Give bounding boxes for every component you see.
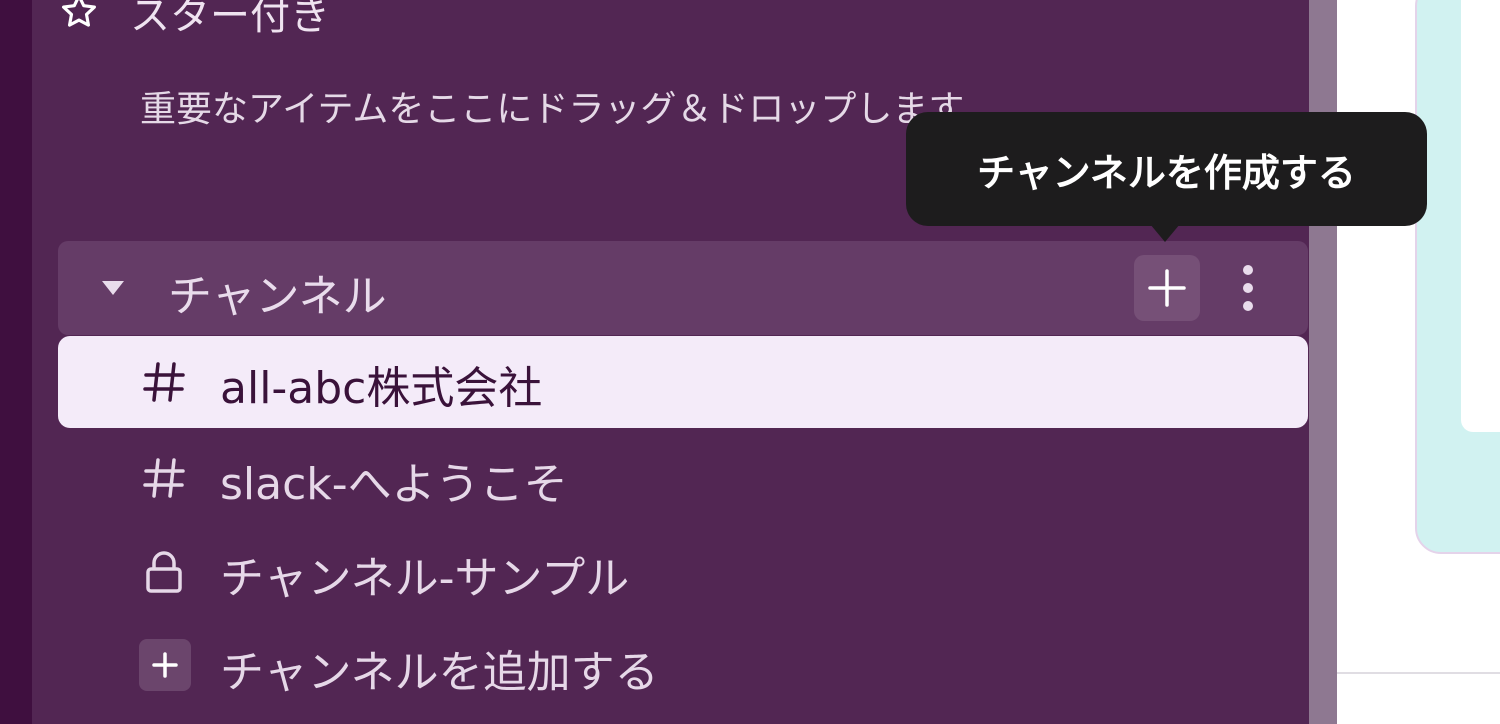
caret-down-icon[interactable] [100,278,126,298]
main-divider [1337,672,1500,674]
plus-icon [1148,269,1186,307]
lock-icon [146,551,182,593]
channel-name: all-abc株式会社 [220,363,543,414]
create-channel-button[interactable] [1134,255,1200,321]
more-vertical-icon [1243,265,1253,311]
main-pane [1337,0,1500,724]
sidebar-resize-border[interactable] [1309,0,1337,724]
add-channels-label: チャンネルを追加する [220,647,659,698]
section-options-button[interactable] [1228,258,1268,318]
plus-icon [152,652,178,678]
hash-icon [143,362,185,402]
tooltip-arrow [1150,224,1180,242]
workspace-rail [0,0,32,724]
starred-section-title: スター付き [130,0,330,39]
add-box [139,639,191,691]
channels-section-title: チャンネル [168,271,387,322]
starred-empty-hint: 重要なアイテムをここにドラッグ＆ドロップします [140,89,965,130]
add-channels-item[interactable]: チャンネルを追加する [58,620,1308,712]
channel-item-channel-sample[interactable]: チャンネル-サンプル [58,526,1308,618]
hash-icon [143,458,185,498]
channel-name: slack-へようこそ [220,459,568,510]
channel-name: チャンネル-サンプル [220,553,630,604]
main-content-card-inner [1461,0,1500,432]
star-icon [62,0,96,27]
main-content-card [1415,0,1500,554]
create-channel-tooltip: チャンネルを作成する [906,112,1427,226]
starred-section-header[interactable]: スター付き [58,0,330,52]
channel-item-all-abc[interactable]: all-abc株式会社 [58,336,1308,428]
channel-item-slack-welcome[interactable]: slack-へようこそ [58,432,1308,524]
